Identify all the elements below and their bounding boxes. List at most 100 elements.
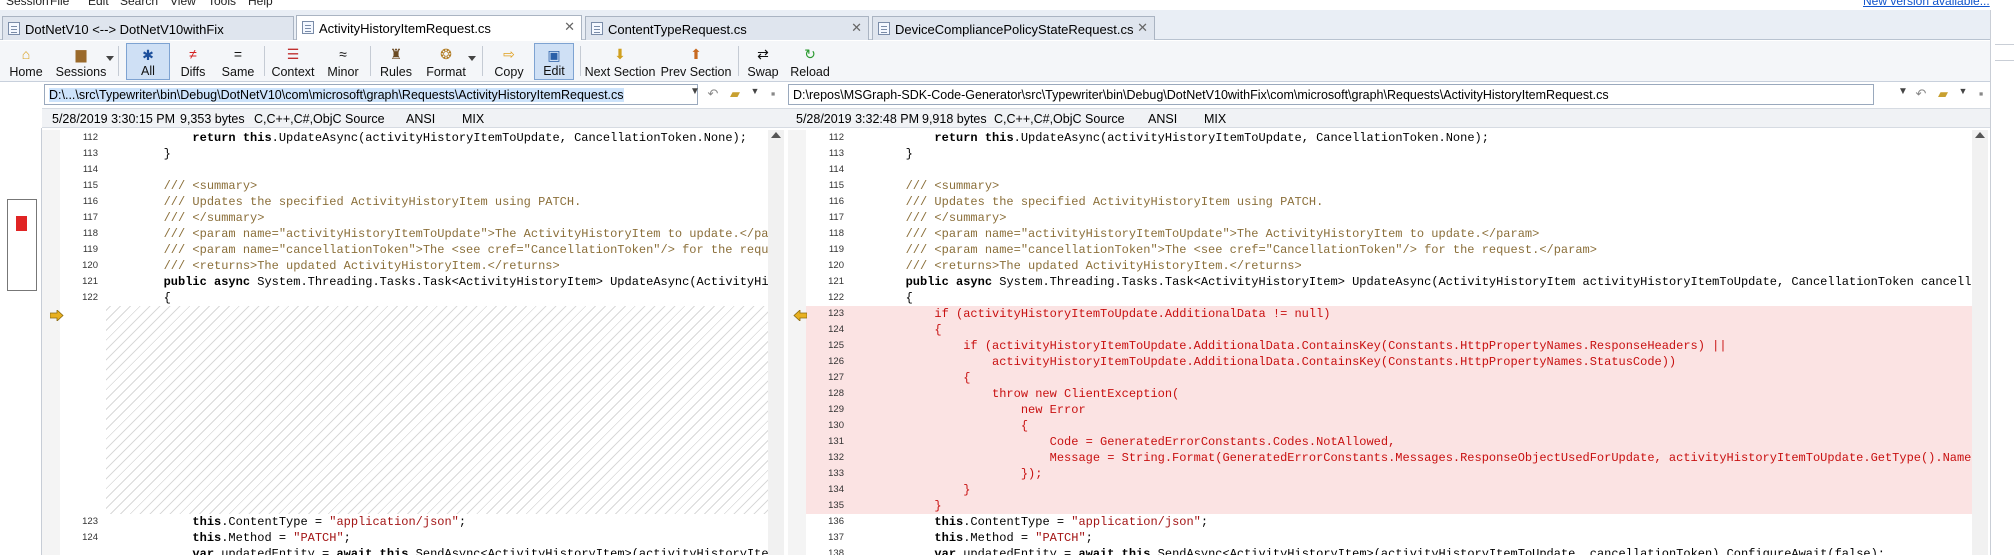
code-line[interactable]: }: [848, 498, 941, 514]
code-line[interactable]: this.ContentType = "application/json";: [106, 514, 466, 530]
right-diff-arrow-icon[interactable]: [793, 310, 807, 321]
sessions-button[interactable]: ▆ Sessions: [52, 43, 110, 80]
code-line[interactable]: });: [848, 466, 1043, 482]
code-line[interactable]: if (activityHistoryItemToUpdate.Addition…: [848, 338, 1726, 354]
code-line[interactable]: this.ContentType = "application/json";: [848, 514, 1208, 530]
diffs-filter-button[interactable]: ≠ Diffs: [172, 43, 214, 80]
code-line[interactable]: activityHistoryItemToUpdate.AdditionalDa…: [848, 354, 1676, 370]
left-diff-arrow-icon[interactable]: [50, 310, 64, 321]
left-encoding[interactable]: ANSI: [406, 112, 435, 126]
code-line[interactable]: {: [848, 322, 941, 338]
rules-button[interactable]: ♜ Rules: [374, 43, 418, 80]
right-path-input[interactable]: D:\repos\MSGraph-SDK-Code-Generator\src\…: [788, 84, 1874, 105]
code-line[interactable]: /// <param name="activityHistoryItemToUp…: [848, 226, 1540, 242]
scroll-up-arrow[interactable]: [1975, 132, 1985, 138]
code-line[interactable]: public async System.Threading.Tasks.Task…: [106, 274, 768, 290]
thumbnail-viewport[interactable]: [7, 199, 37, 291]
all-filter-button[interactable]: ✱ All: [126, 43, 170, 80]
code-line[interactable]: }: [106, 146, 171, 162]
code-line[interactable]: Message = String.Format(GeneratedErrorCo…: [848, 450, 1972, 466]
thumbnail-overview[interactable]: [0, 128, 42, 555]
left-path-input[interactable]: D:\...\src\Typewriter\bin\Debug\DotNetV1…: [44, 84, 698, 105]
right-vertical-scrollbar[interactable]: [1972, 130, 1988, 555]
format-dropdown-arrow[interactable]: [468, 56, 476, 61]
tab-content-type[interactable]: ContentTypeRequest.cs ✕: [585, 16, 869, 40]
tab-session[interactable]: DotNetV10 <--> DotNetV10withFix: [2, 16, 294, 40]
close-icon[interactable]: ✕: [564, 19, 575, 35]
code-line[interactable]: var updatedEntity = await this.SendAsync…: [848, 546, 1885, 555]
code-line[interactable]: throw new ClientException(: [848, 386, 1179, 402]
chevron-down-icon[interactable]: ▼: [1954, 86, 1972, 103]
code-line[interactable]: }: [848, 146, 913, 162]
left-code-area[interactable]: return this.UpdateAsync(activityHistoryI…: [106, 130, 768, 555]
left-code-pane[interactable]: 112 113 114 115 116 117 118 119 120 121 122 123 124 …: [42, 130, 768, 555]
code-line[interactable]: if (activityHistoryItemToUpdate.Addition…: [848, 306, 1330, 322]
close-icon[interactable]: ✕: [851, 20, 862, 36]
menu-help[interactable]: Help: [248, 0, 273, 8]
home-button[interactable]: ⌂ Home: [4, 43, 48, 80]
code-line[interactable]: /// </summary>: [848, 210, 1007, 226]
chevron-down-icon[interactable]: ▼: [686, 86, 704, 103]
same-filter-button[interactable]: = Same: [216, 43, 260, 80]
right-encoding[interactable]: ANSI: [1148, 112, 1177, 126]
edit-button[interactable]: ▣ Edit: [534, 43, 574, 80]
right-format[interactable]: C,C++,C#,ObjC Source: [994, 112, 1125, 126]
right-code-pane[interactable]: 112 113 114 115 116 117 118 119 120 121 122 123 124 1…: [788, 130, 1972, 555]
save-icon[interactable]: ▪: [764, 86, 782, 103]
copy-button[interactable]: ⇨ Copy: [488, 43, 530, 80]
code-line[interactable]: /// <summary>: [106, 178, 258, 194]
menu-file[interactable]: File: [50, 0, 69, 8]
history-icon[interactable]: ↶: [1912, 86, 1930, 103]
chevron-down-icon[interactable]: ▼: [1894, 86, 1912, 103]
code-line[interactable]: }: [848, 482, 970, 498]
code-line[interactable]: /// <param name="activityHistoryItemToUp…: [106, 226, 768, 242]
new-version-link[interactable]: New version available...: [1863, 0, 1990, 8]
menu-edit[interactable]: Edit: [88, 0, 109, 8]
left-format[interactable]: C,C++,C#,ObjC Source: [254, 112, 385, 126]
next-section-button[interactable]: ⬇ Next Section: [584, 43, 656, 80]
tab-activity-history[interactable]: ActivityHistoryItemRequest.cs ✕: [296, 15, 582, 40]
code-line[interactable]: {: [848, 418, 1028, 434]
code-line[interactable]: {: [848, 290, 913, 306]
code-line[interactable]: /// <param name="cancellationToken">The …: [848, 242, 1597, 258]
code-line[interactable]: /// <param name="cancellationToken">The …: [106, 242, 768, 258]
code-line[interactable]: this.Method = "PATCH";: [848, 530, 1092, 546]
menu-tools[interactable]: Tools: [208, 0, 236, 8]
right-code-area[interactable]: return this.UpdateAsync(activityHistoryI…: [848, 130, 1972, 555]
folder-icon[interactable]: ▰: [1934, 86, 1952, 103]
format-button[interactable]: ❂ Format: [420, 43, 472, 80]
code-line[interactable]: {: [848, 370, 970, 386]
reload-button[interactable]: ↻ Reload: [786, 43, 834, 80]
chevron-down-icon[interactable]: ▼: [746, 86, 764, 103]
tab-device-compliance[interactable]: DeviceCompliancePolicyStateRequest.cs ✕: [872, 16, 1155, 40]
code-line[interactable]: /// <summary>: [848, 178, 1000, 194]
left-vertical-scrollbar[interactable]: [768, 130, 784, 555]
code-line[interactable]: new Error: [848, 402, 1086, 418]
menu-view[interactable]: View: [170, 0, 196, 8]
sessions-dropdown-arrow[interactable]: [106, 56, 114, 61]
menu-search[interactable]: Search: [120, 0, 158, 8]
history-icon[interactable]: ↶: [704, 86, 722, 103]
menu-session[interactable]: Session: [6, 0, 49, 8]
code-line[interactable]: /// <returns>The updated ActivityHistory…: [106, 258, 560, 274]
code-line[interactable]: Code = GeneratedErrorConstants.Codes.Not…: [848, 434, 1396, 450]
code-line[interactable]: public async System.Threading.Tasks.Task…: [848, 274, 1972, 290]
folder-icon[interactable]: ▰: [726, 86, 744, 103]
context-button[interactable]: ☰ Context: [268, 43, 318, 80]
code-line[interactable]: /// </summary>: [106, 210, 265, 226]
code-line[interactable]: this.Method = "PATCH";: [106, 530, 350, 546]
right-eol[interactable]: MIX: [1204, 112, 1226, 126]
code-line[interactable]: /// <returns>The updated ActivityHistory…: [848, 258, 1302, 274]
code-line[interactable]: return this.UpdateAsync(activityHistoryI…: [106, 130, 747, 146]
code-line[interactable]: /// Updates the specified ActivityHistor…: [848, 194, 1324, 210]
code-line[interactable]: {: [106, 290, 171, 306]
close-icon[interactable]: ✕: [1137, 20, 1148, 36]
minor-button[interactable]: ≈ Minor: [320, 43, 366, 80]
swap-button[interactable]: ⇄ Swap: [744, 43, 782, 80]
code-line[interactable]: var updatedEntity = await this.SendAsync…: [106, 546, 768, 555]
scroll-up-arrow[interactable]: [771, 132, 781, 138]
save-icon[interactable]: ▪: [1972, 86, 1990, 103]
code-line[interactable]: return this.UpdateAsync(activityHistoryI…: [848, 130, 1489, 146]
code-line[interactable]: /// Updates the specified ActivityHistor…: [106, 194, 582, 210]
left-eol[interactable]: MIX: [462, 112, 484, 126]
